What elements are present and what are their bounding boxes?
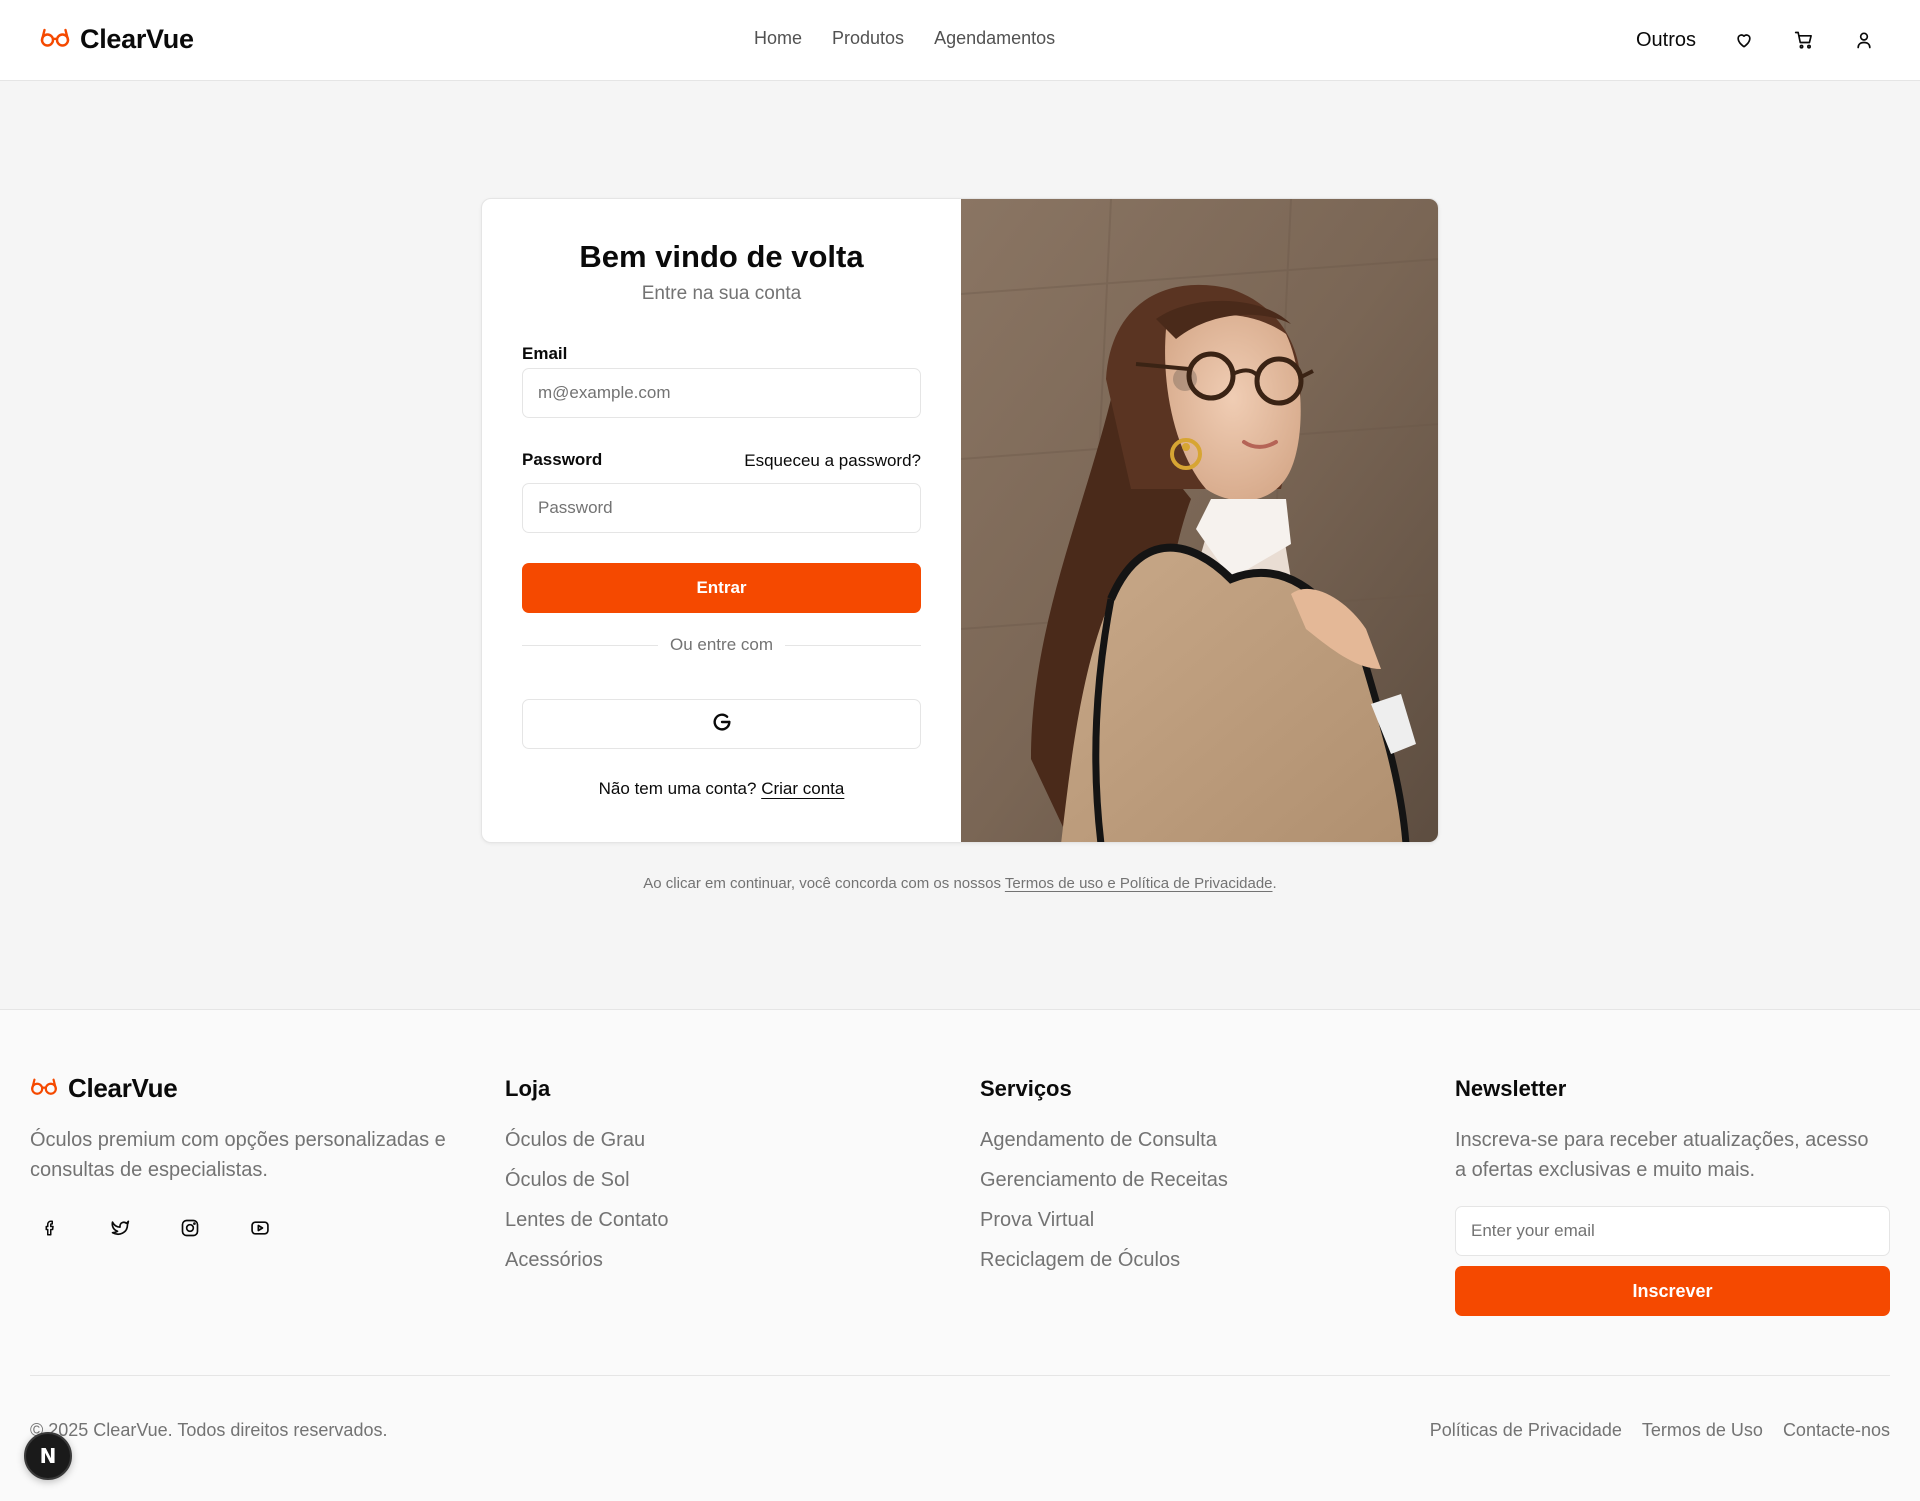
glasses-icon <box>30 1076 58 1101</box>
store-link[interactable]: Óculos de Grau <box>505 1125 668 1165</box>
facebook-icon[interactable] <box>40 1218 60 1238</box>
brand-name: ClearVue <box>80 24 194 54</box>
no-account-text: Não tem uma conta? <box>598 779 757 798</box>
store-links: Óculos de Grau Óculos de Sol Lentes de C… <box>505 1125 668 1285</box>
forgot-password-link[interactable]: Esqueceu a password? <box>744 451 921 471</box>
newsletter-email-field[interactable] <box>1455 1206 1890 1256</box>
newsletter-title: Newsletter <box>1455 1076 1567 1101</box>
store-title: Loja <box>505 1076 551 1101</box>
google-login-button[interactable] <box>522 699 921 749</box>
or-divider: Ou entre com <box>522 633 921 657</box>
user-icon[interactable] <box>1848 24 1880 56</box>
social-links <box>40 1218 270 1238</box>
terms-notice: Ao clicar em continuar, você concorda co… <box>481 875 1439 892</box>
glasses-icon <box>40 26 70 53</box>
store-link[interactable]: Óculos de Sol <box>505 1165 668 1205</box>
divider-line-right <box>785 644 921 646</box>
newsletter-text: Inscreva-se para receber atualizações, a… <box>1455 1129 1869 1181</box>
cart-icon[interactable] <box>1788 24 1820 56</box>
footer-brand-logo[interactable]: ClearVue <box>30 1073 178 1104</box>
legal-links: Políticas de Privacidade Termos de Uso C… <box>1430 1420 1890 1441</box>
main-nav: Home Produtos Agendamentos <box>754 28 1055 49</box>
privacy-policy-link[interactable]: Políticas de Privacidade <box>1430 1420 1622 1441</box>
terms-link[interactable]: Termos de uso e Política de Privacidade <box>1005 875 1273 892</box>
password-field[interactable] <box>522 483 921 533</box>
create-account-link[interactable]: Criar conta <box>761 779 844 798</box>
twitter-icon[interactable] <box>110 1218 130 1238</box>
divider-line-left <box>522 644 658 646</box>
signup-prompt: Não tem uma conta? Criar conta <box>482 779 961 799</box>
contact-link[interactable]: Contacte-nos <box>1783 1420 1890 1441</box>
services-links: Agendamento de Consulta Gerenciamento de… <box>980 1125 1228 1285</box>
email-field[interactable] <box>522 368 921 418</box>
instagram-icon[interactable] <box>180 1218 200 1238</box>
footer-divider <box>30 1375 1890 1376</box>
model-photo <box>961 199 1438 842</box>
site-header: ClearVue Home Produtos Agendamentos Outr… <box>0 0 1920 81</box>
store-link[interactable]: Acessórios <box>505 1245 668 1285</box>
password-label: Password <box>522 450 603 469</box>
terms-prefix: Ao clicar em continuar, você concorda co… <box>643 875 1001 892</box>
footer-brand-name: ClearVue <box>68 1073 178 1103</box>
services-link[interactable]: Agendamento de Consulta <box>980 1125 1228 1165</box>
copyright: © 2025 ClearVue. Todos direitos reservad… <box>30 1420 388 1440</box>
login-subtitle: Entre na sua conta <box>641 283 802 304</box>
nav-outros[interactable]: Outros <box>1636 29 1696 52</box>
footer-description: Óculos premium com opções personalizadas… <box>30 1129 446 1181</box>
login-form: Bem vindo de volta Entre na sua conta Em… <box>482 199 961 842</box>
header-actions: Outros <box>1636 20 1880 60</box>
login-card: Bem vindo de volta Entre na sua conta Em… <box>481 198 1439 843</box>
services-link[interactable]: Gerenciamento de Receitas <box>980 1165 1228 1205</box>
email-label: Email <box>522 344 568 363</box>
dev-tools-badge[interactable]: N <box>24 1432 72 1480</box>
services-link[interactable]: Prova Virtual <box>980 1205 1228 1245</box>
youtube-icon[interactable] <box>250 1218 270 1238</box>
google-icon <box>711 711 733 738</box>
terms-of-use-link[interactable]: Termos de Uso <box>1642 1420 1763 1441</box>
nav-home[interactable]: Home <box>754 28 802 49</box>
services-link[interactable]: Reciclagem de Óculos <box>980 1245 1228 1285</box>
divider-label: Ou entre com <box>670 635 773 654</box>
brand-logo[interactable]: ClearVue <box>40 24 194 55</box>
login-button[interactable]: Entrar <box>522 563 921 613</box>
store-link[interactable]: Lentes de Contato <box>505 1205 668 1245</box>
services-title: Serviços <box>980 1076 1072 1101</box>
site-footer: ClearVue Óculos premium com opções perso… <box>0 1009 1920 1501</box>
nav-produtos[interactable]: Produtos <box>832 28 904 49</box>
heart-icon[interactable] <box>1728 24 1760 56</box>
nav-agendamentos[interactable]: Agendamentos <box>934 28 1055 49</box>
terms-suffix: . <box>1272 875 1277 892</box>
subscribe-button[interactable]: Inscrever <box>1455 1266 1890 1316</box>
login-title: Bem vindo de volta <box>579 239 864 274</box>
